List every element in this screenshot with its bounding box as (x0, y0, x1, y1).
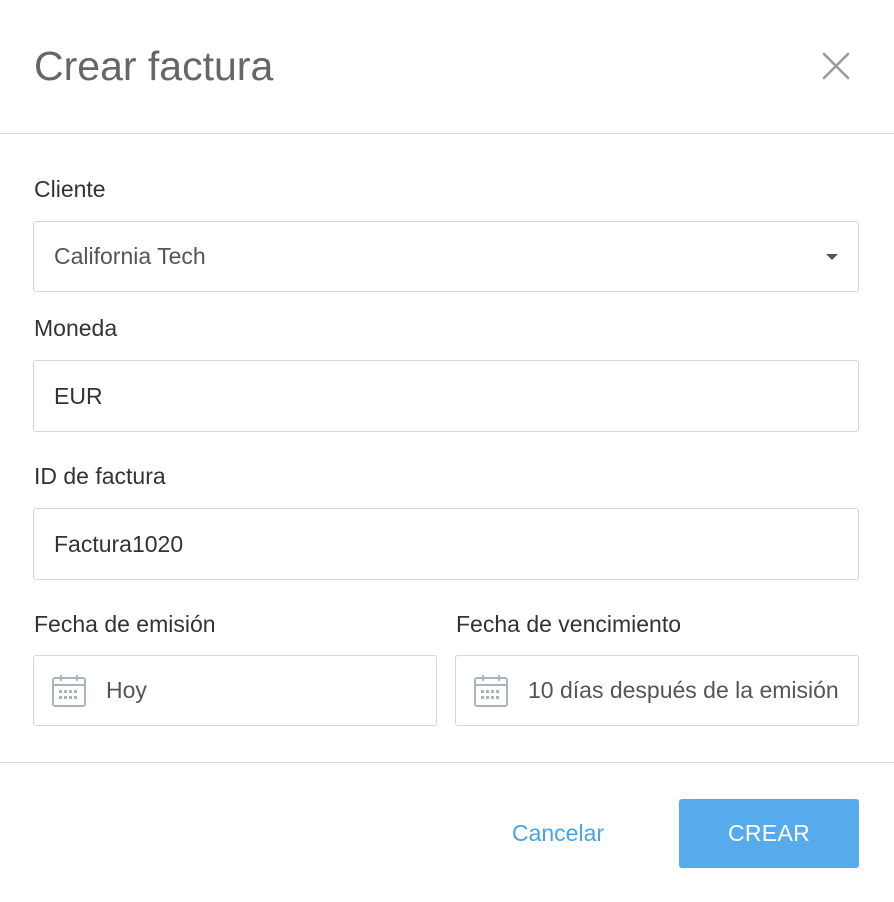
client-label: Cliente (34, 176, 106, 202)
calendar-icon (52, 674, 86, 707)
due-date-label: Fecha de vencimiento (456, 611, 682, 637)
dialog-header: Crear factura (0, 0, 894, 134)
calendar-icon (474, 674, 508, 707)
issue-date-field[interactable]: Hoy (33, 655, 437, 726)
chevron-down-icon (826, 254, 838, 260)
currency-field[interactable]: EUR (33, 360, 859, 432)
close-button[interactable] (818, 48, 854, 84)
invoice-id-field[interactable]: Factura1020 (33, 508, 859, 580)
due-date-field[interactable]: 10 días después de la emisión (455, 655, 859, 726)
close-icon (822, 52, 850, 80)
create-invoice-dialog: Crear factura Cliente California Tech Mo… (0, 0, 894, 902)
create-button[interactable]: CREAR (679, 799, 859, 868)
issue-date-value: Hoy (106, 677, 147, 703)
currency-value: EUR (54, 382, 103, 409)
client-select[interactable]: California Tech (33, 221, 859, 292)
cancel-button[interactable]: Cancelar (497, 799, 619, 868)
currency-label: Moneda (34, 315, 118, 341)
invoice-id-label: ID de factura (34, 463, 166, 489)
due-date-value: 10 días después de la emisión (528, 677, 839, 703)
footer-divider (0, 762, 894, 763)
client-selected-value: California Tech (54, 243, 206, 269)
dialog-title: Crear factura (34, 43, 274, 89)
invoice-id-value: Factura1020 (54, 530, 184, 557)
issue-date-label: Fecha de emisión (34, 611, 216, 637)
